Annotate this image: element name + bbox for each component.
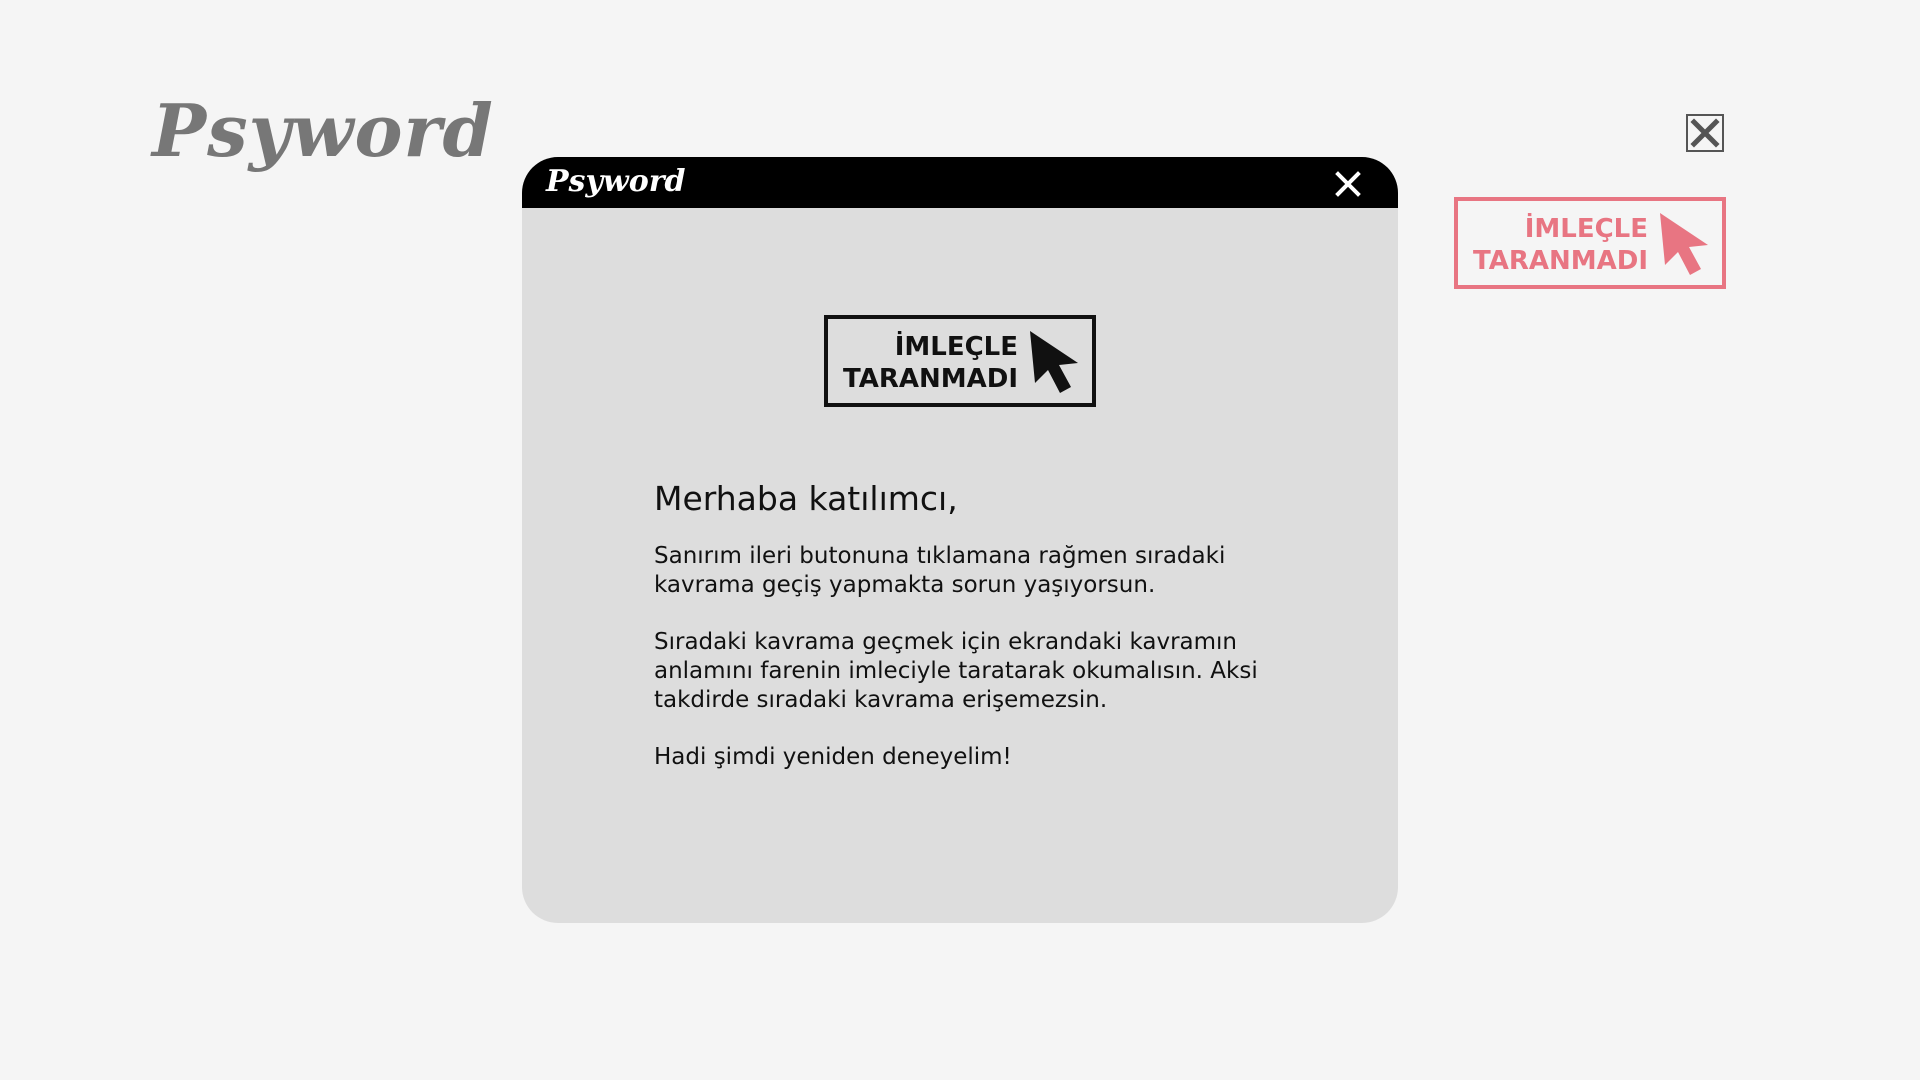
- badge-text: İMLEÇLE TARANMADI: [843, 331, 1018, 395]
- psyword-logo: Psyword: [152, 88, 494, 173]
- close-icon: [1335, 171, 1361, 197]
- dialog-body: Sanırım ileri butonuna tıklamana rağmen …: [654, 542, 1314, 800]
- dialog-logo: Psyword: [546, 164, 686, 199]
- badge-line-2: TARANMADI: [1473, 246, 1648, 276]
- dialog-close-button[interactable]: [1335, 171, 1361, 197]
- dialog-not-scanned-badge: İMLEÇLE TARANMADI: [824, 315, 1096, 407]
- dialog-paragraph: Sıradaki kavrama geçmek için ekrandaki k…: [654, 629, 1258, 713]
- info-dialog: Psyword İMLEÇLE TARANMADI Merhaba katılı…: [522, 157, 1398, 923]
- badge-line-1: İMLEÇLE: [894, 332, 1018, 362]
- close-icon: [1690, 118, 1720, 148]
- cursor-arrow-icon: [1030, 331, 1078, 393]
- dialog-paragraph: Hadi şimdi yeniden deneyelim!: [654, 744, 1012, 770]
- not-scanned-badge: İMLEÇLE TARANMADI: [1454, 197, 1726, 289]
- badge-line-2: TARANMADI: [843, 364, 1018, 394]
- cursor-arrow-icon: [1660, 213, 1708, 275]
- dialog-titlebar: Psyword: [522, 157, 1398, 208]
- dialog-paragraph: Sanırım ileri butonuna tıklamana rağmen …: [654, 543, 1226, 598]
- dialog-heading: Merhaba katılımcı,: [654, 479, 958, 518]
- badge-text: İMLEÇLE TARANMADI: [1473, 213, 1648, 277]
- page-close-button[interactable]: [1686, 114, 1724, 152]
- badge-line-1: İMLEÇLE: [1524, 214, 1648, 244]
